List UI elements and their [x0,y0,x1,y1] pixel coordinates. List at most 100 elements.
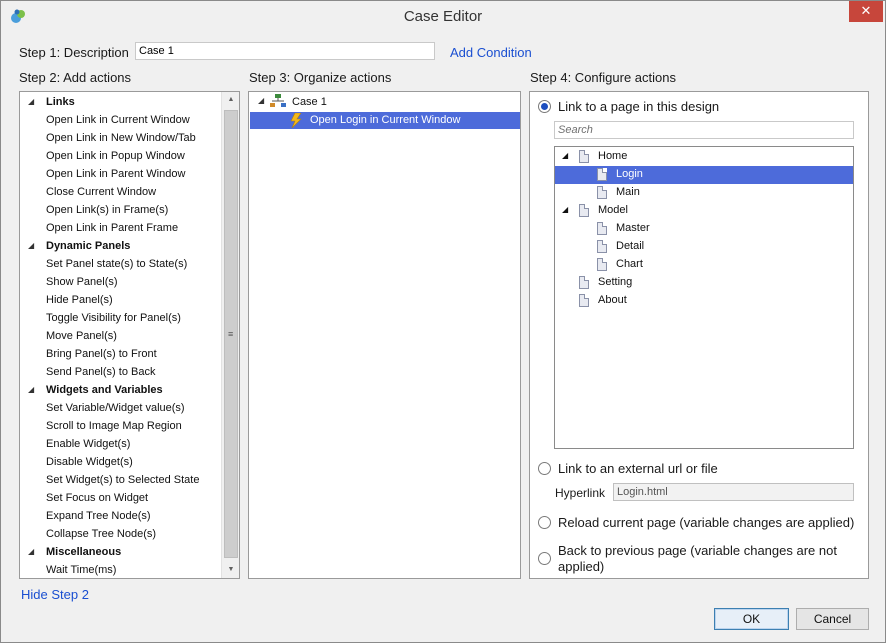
action-label: Dynamic Panels [46,240,131,252]
action-item[interactable]: Toggle Visibility for Panel(s) [20,310,220,328]
action-label: Hide Panel(s) [46,294,113,306]
action-label: Bring Panel(s) to Front [46,348,157,360]
actions-list[interactable]: ◢ Links Open Link in Current Window Open Li… [19,91,240,579]
scroll-thumb[interactable]: ≡ [224,110,238,558]
action-item[interactable]: Close Current Window [20,184,220,202]
page-icon [579,150,589,163]
page-name: Setting [598,276,633,288]
action-item[interactable]: Expand Tree Node(s) [20,508,220,526]
scroll-up-arrow-icon[interactable]: ▲ [222,92,240,108]
page-name: Model [598,204,628,216]
page-tree-node[interactable]: Master [555,220,853,238]
action-item[interactable]: Show Panel(s) [20,274,220,292]
page-tree[interactable]: ◢ Home Login Main ◢ Model Master Detail Chart Set… [554,146,854,449]
collapse-triangle-icon[interactable]: ◢ [28,97,34,106]
step3-label: Step 3: Organize actions [249,70,392,85]
hide-step2-link[interactable]: Hide Step 2 [21,587,89,602]
option-back-label-line2: applied) [558,559,605,574]
action-item[interactable]: Move Panel(s) [20,328,220,346]
page-tree-node[interactable]: Detail [555,238,853,256]
action-label: Show Panel(s) [46,276,118,288]
collapse-triangle-icon[interactable]: ◢ [562,151,568,160]
action-label: Open Link in Current Window [46,114,190,126]
option-reload-label: Reload current page (variable changes ar… [558,515,855,530]
action-item[interactable]: Open Link in Current Window [20,112,220,130]
case-name[interactable]: Case 1 [292,96,327,108]
hyperlink-input[interactable] [613,483,854,501]
action-label: Set Focus on Widget [46,492,149,504]
action-item[interactable]: Set Variable/Widget value(s) [20,400,220,418]
selected-action-row[interactable]: Open Login in Current Window [250,112,520,129]
action-item[interactable]: Hide Panel(s) [20,292,220,310]
collapse-triangle-icon[interactable]: ◢ [28,241,34,250]
action-label: Move Panel(s) [46,330,117,342]
page-search-input[interactable] [554,121,854,139]
ok-button[interactable]: OK [714,608,789,630]
collapse-triangle-icon[interactable]: ◢ [28,547,34,556]
page-name: Master [616,222,650,234]
page-icon [579,294,589,307]
option-external-label: Link to an external url or file [558,461,718,476]
page-name: About [598,294,627,306]
radio-reload-page[interactable] [538,516,551,529]
radio-link-page[interactable] [538,100,551,113]
action-item[interactable]: Scroll to Image Map Region [20,418,220,436]
description-input[interactable] [135,42,435,60]
action-item[interactable]: Disable Widget(s) [20,454,220,472]
collapse-triangle-icon[interactable]: ◢ [562,205,568,214]
page-tree-node[interactable]: Chart [555,256,853,274]
radio-back-page[interactable] [538,552,551,565]
lightning-icon [290,113,302,128]
action-item[interactable]: Open Link in Popup Window [20,148,220,166]
page-icon [597,222,607,235]
cancel-button[interactable]: Cancel [796,608,869,630]
action-category[interactable]: ◢ Widgets and Variables [20,382,220,400]
action-item[interactable]: Bring Panel(s) to Front [20,346,220,364]
case-tree-icon [270,94,286,107]
action-item[interactable]: Set Focus on Widget [20,490,220,508]
scroll-down-arrow-icon[interactable]: ▼ [222,562,240,578]
action-item[interactable]: Collapse Tree Node(s) [20,526,220,544]
action-item[interactable]: Open Link in Parent Frame [20,220,220,238]
action-label: Open Link in Parent Window [46,168,186,180]
action-label: Open Link in New Window/Tab [46,132,196,144]
organize-actions-panel[interactable]: ◢ Case 1 Open Login in Current Window [248,91,521,579]
action-item[interactable]: Wait Time(ms) [20,562,220,578]
action-label: Scroll to Image Map Region [46,420,182,432]
page-icon [579,204,589,217]
action-item[interactable]: Send Panel(s) to Back [20,364,220,382]
action-item[interactable]: Set Widget(s) to Selected State [20,472,220,490]
radio-external-url[interactable] [538,462,551,475]
close-button[interactable]: ✕ [849,1,883,22]
action-label: Wait Time(ms) [46,564,117,576]
title-bar: Case Editor ✕ [1,1,885,32]
page-tree-node[interactable]: ◢ Home [555,148,853,166]
actions-scrollbar[interactable]: ▲ ≡ ▼ [221,92,239,578]
page-name: Detail [616,240,645,252]
action-item[interactable]: Open Link in New Window/Tab [20,130,220,148]
option-link-page-label: Link to a page in this design [558,99,720,114]
action-category[interactable]: ◢ Dynamic Panels [20,238,220,256]
case-expand-icon[interactable]: ◢ [258,96,264,105]
step1-label: Step 1: Description [19,45,129,60]
step4-label: Step 4: Configure actions [530,70,676,85]
action-item[interactable]: Enable Widget(s) [20,436,220,454]
action-category[interactable]: ◢ Miscellaneous [20,544,220,562]
action-item[interactable]: Open Link(s) in Frame(s) [20,202,220,220]
action-category[interactable]: ◢ Links [20,94,220,112]
page-name: Chart [616,258,643,270]
collapse-triangle-icon[interactable]: ◢ [28,385,34,394]
action-item[interactable]: Set Panel state(s) to State(s) [20,256,220,274]
action-label: Set Variable/Widget value(s) [46,402,185,414]
action-label: Open Link in Parent Frame [46,222,179,234]
action-item[interactable]: Open Link in Parent Window [20,166,220,184]
page-tree-node[interactable]: Login [555,166,853,184]
window-title: Case Editor [403,8,483,25]
page-tree-node[interactable]: Setting [555,274,853,292]
page-tree-node[interactable]: Main [555,184,853,202]
add-condition-link[interactable]: Add Condition [450,45,532,60]
page-icon [579,276,589,289]
page-tree-node[interactable]: About [555,292,853,310]
scroll-grip-icon: ≡ [228,329,234,339]
page-tree-node[interactable]: ◢ Model [555,202,853,220]
